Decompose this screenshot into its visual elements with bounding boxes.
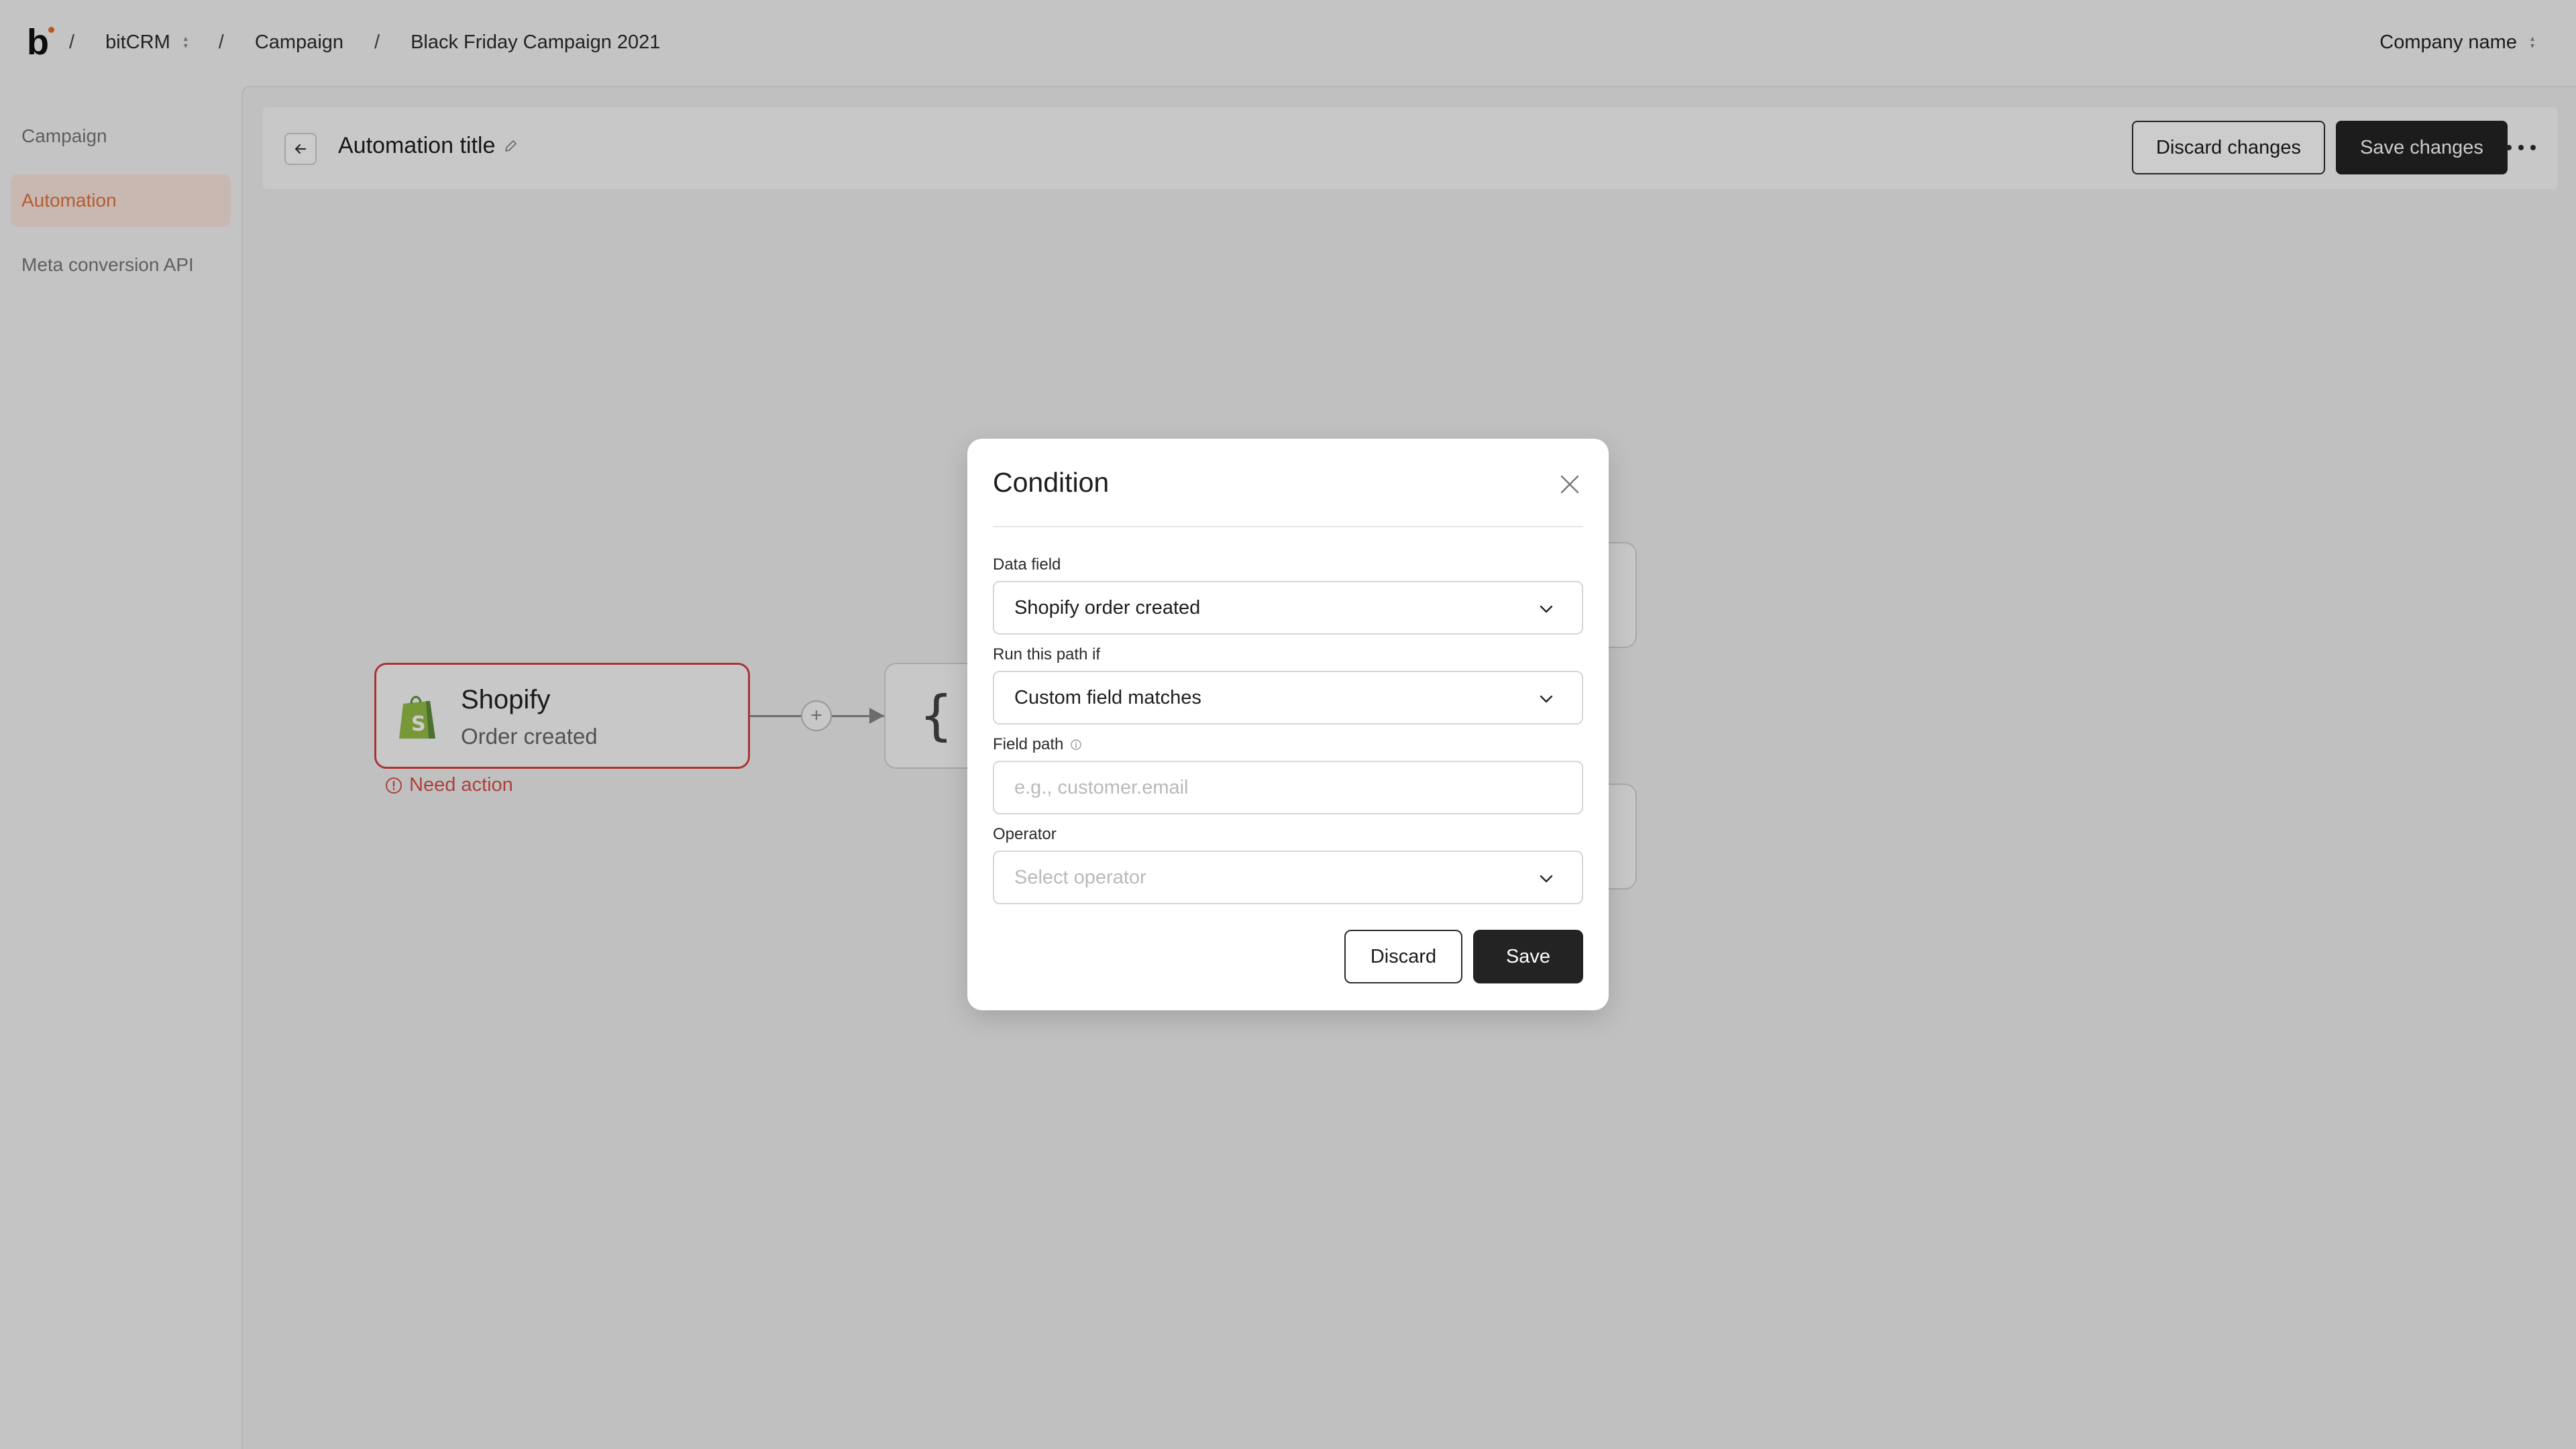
run-path-if-label: Run this path if	[993, 645, 1101, 663]
app-root: b / bitCRM ▴ ▾ / Campaign / Black Friday …	[0, 0, 2576, 1449]
condition-modal: Condition Data field Shopify order creat…	[967, 439, 1609, 1010]
chevron-down-icon	[1540, 605, 1553, 613]
chevron-down-icon	[1540, 695, 1553, 703]
close-icon[interactable]	[1556, 471, 1583, 498]
modal-divider	[993, 526, 1583, 527]
chevron-down-icon	[1540, 875, 1553, 883]
modal-title: Condition	[993, 467, 1110, 498]
field-path-label: Field path	[993, 735, 1082, 754]
run-path-if-select[interactable]: Custom field matches	[993, 671, 1583, 724]
field-path-input[interactable]: e.g., customer.email	[993, 761, 1583, 814]
operator-label: Operator	[993, 825, 1057, 843]
modal-save-button[interactable]: Save	[1473, 930, 1583, 983]
modal-discard-button[interactable]: Discard	[1344, 930, 1462, 983]
data-field-label: Data field	[993, 555, 1061, 574]
operator-select[interactable]: Select operator	[993, 851, 1583, 904]
info-icon[interactable]	[1070, 739, 1082, 751]
data-field-select[interactable]: Shopify order created	[993, 581, 1583, 635]
